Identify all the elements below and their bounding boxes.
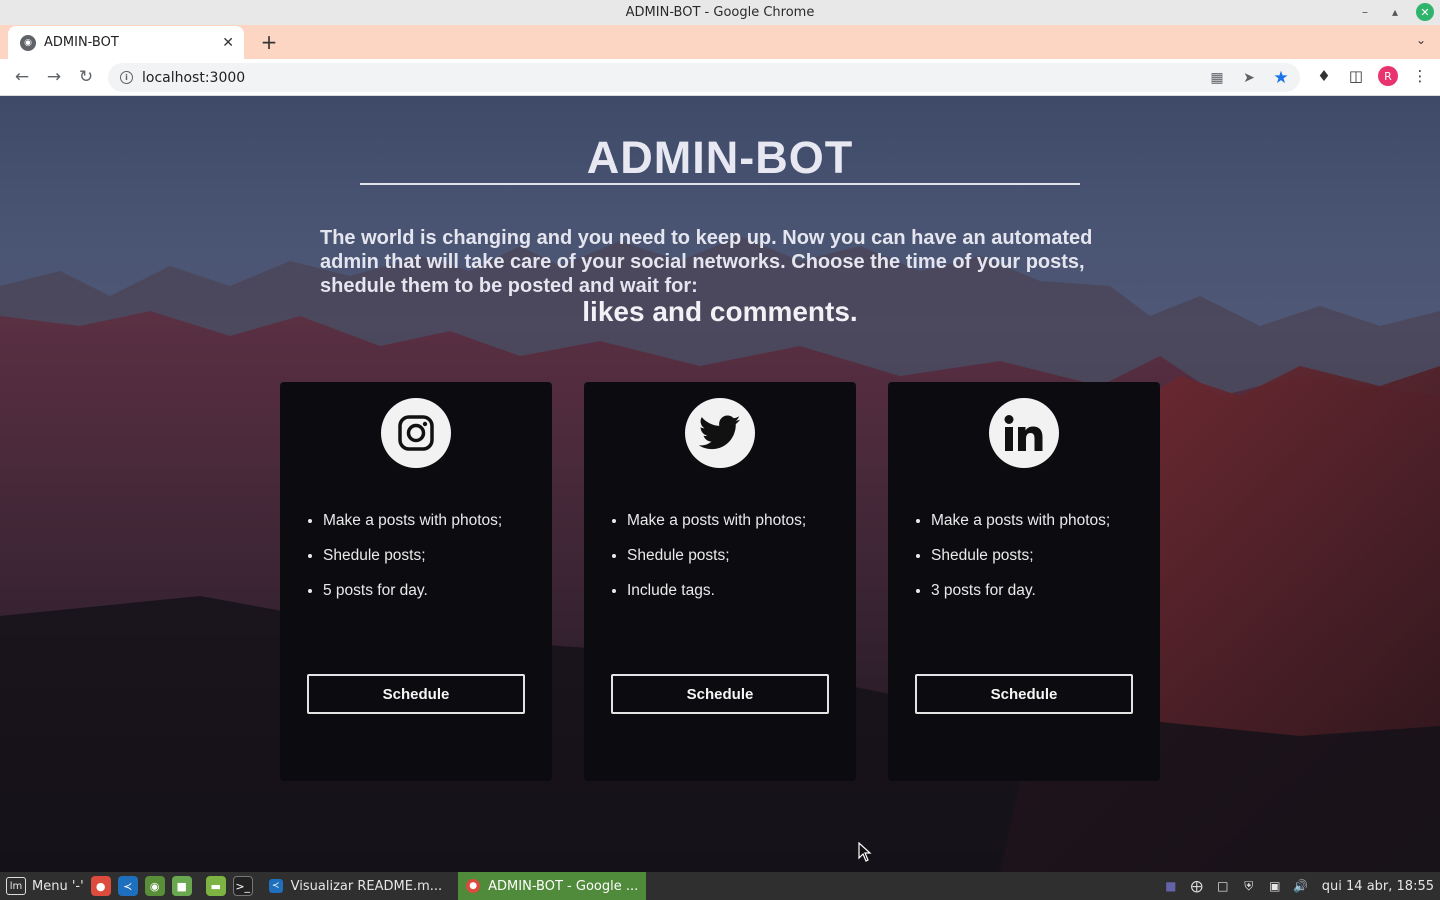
avatar[interactable]: R [1378, 66, 1398, 86]
list-item: 3 posts for day. [931, 582, 1110, 617]
clock[interactable]: qui 14 abr, 18:55 [1322, 879, 1434, 894]
address-bar[interactable]: i localhost:3000 ▦ ➤ ★ [108, 63, 1300, 92]
system-tray: ■ ⨁ □ ⛨ ▣ 🔊 qui 14 abr, 18:55 [1162, 872, 1440, 900]
list-item: Shedule posts; [931, 547, 1110, 582]
send-icon[interactable]: ➤ [1240, 70, 1258, 86]
clipboard-icon[interactable]: □ [1214, 877, 1232, 895]
tab-admin-bot[interactable]: ◉ ADMIN-BOT ✕ [8, 26, 244, 59]
task-label: Visualizar README.m... [290, 878, 443, 894]
close-tab-icon[interactable]: ✕ [222, 35, 234, 51]
browser-launcher-icon[interactable]: ◉ [144, 876, 165, 896]
intro-text: The world is changing and you need to ke… [320, 227, 1093, 297]
twitter-card: Make a posts with photos; Shedule posts;… [584, 382, 856, 781]
page-title: ADMIN-BOT [586, 132, 854, 183]
tab-title: ADMIN-BOT [44, 35, 119, 50]
chrome-icon: ● [466, 879, 481, 893]
new-tab-button[interactable]: + [258, 30, 280, 54]
task-chrome[interactable]: ● ADMIN-BOT - Google ... [458, 872, 647, 900]
vscode-icon: ≺ [268, 879, 283, 893]
omnibox-actions: ▦ ➤ ★ [1208, 68, 1290, 88]
files-launcher-icon[interactable]: ■ [171, 876, 192, 896]
vscode-launcher-icon[interactable]: ≺ [117, 876, 138, 896]
linkedin-icon [989, 398, 1059, 468]
side-panel-icon[interactable]: ◫ [1346, 67, 1366, 85]
window-title: ADMIN-BOT - Google Chrome [625, 5, 815, 20]
close-window-icon[interactable]: ✕ [1416, 3, 1434, 21]
chevron-down-icon[interactable]: ⌄ [1416, 33, 1426, 47]
list-item: Shedule posts; [323, 547, 502, 582]
minimize-icon[interactable]: – [1356, 3, 1374, 21]
info-icon[interactable]: i [120, 71, 133, 84]
translate-icon[interactable]: ▦ [1208, 70, 1226, 86]
start-menu-button[interactable]: lm Menu '-' [0, 872, 84, 900]
task-label: ADMIN-BOT - Google ... [488, 878, 639, 894]
window-controls: – ▴ ✕ [1356, 3, 1434, 21]
teams-icon[interactable]: ■ [1162, 877, 1180, 895]
window-titlebar: ADMIN-BOT - Google Chrome – ▴ ✕ [0, 0, 1440, 25]
menu-logo-icon: lm [6, 877, 26, 895]
instagram-card: Make a posts with photos; Shedule posts;… [280, 382, 552, 781]
linkedin-card: Make a posts with photos; Shedule posts;… [888, 382, 1160, 781]
slack-icon[interactable]: ⨁ [1188, 877, 1206, 895]
schedule-button[interactable]: Schedule [611, 674, 829, 714]
toolbar-actions: ♦ ◫ R ⋮ [1314, 66, 1430, 86]
mouse-cursor-icon [858, 842, 872, 862]
list-item: 5 posts for day. [323, 582, 502, 617]
globe-icon: ◉ [20, 34, 36, 51]
twitter-icon [685, 398, 755, 468]
menu-label: Menu '-' [32, 878, 84, 894]
terminal-icon[interactable]: >_ [232, 876, 253, 896]
reload-icon[interactable]: ↻ [74, 65, 98, 89]
forward-icon[interactable]: → [42, 65, 66, 89]
network-icon[interactable]: ▣ [1266, 877, 1284, 895]
page-viewport: ADMIN-BOT The world is changing and you … [0, 96, 1440, 872]
extensions-icon[interactable]: ♦ [1314, 67, 1334, 85]
schedule-button[interactable]: Schedule [307, 674, 525, 714]
shield-icon[interactable]: ⛨ [1240, 877, 1258, 895]
chrome-launcher-icon[interactable]: ● [90, 876, 111, 896]
tab-strip: ◉ ADMIN-BOT ✕ + ⌄ [0, 25, 1440, 59]
back-icon[interactable]: ← [10, 65, 34, 89]
list-item: Include tags. [627, 582, 806, 617]
feature-list: Make a posts with photos; Shedule posts;… [931, 512, 1110, 617]
title-divider [360, 183, 1080, 185]
more-menu-icon[interactable]: ⋮ [1410, 67, 1430, 85]
list-item: Make a posts with photos; [931, 512, 1110, 547]
volume-icon[interactable]: 🔊 [1292, 877, 1310, 895]
feature-list: Make a posts with photos; Shedule posts;… [627, 512, 806, 617]
browser-toolbar: ← → ↻ i localhost:3000 ▦ ➤ ★ ♦ ◫ R ⋮ [0, 59, 1440, 96]
url-text[interactable]: localhost:3000 [142, 70, 245, 86]
list-item: Make a posts with photos; [323, 512, 502, 547]
maximize-icon[interactable]: ▴ [1386, 3, 1404, 21]
folder-icon[interactable]: ▬ [205, 876, 226, 896]
task-vscode[interactable]: ≺ Visualizar README.m... [261, 872, 450, 900]
list-item: Make a posts with photos; [627, 512, 806, 547]
star-icon[interactable]: ★ [1272, 68, 1290, 88]
feature-list: Make a posts with photos; Shedule posts;… [323, 512, 502, 617]
taskbar: lm Menu '-' ● ≺ ◉ ■ ▬ >_ ≺ Visualizar RE… [0, 872, 1440, 900]
instagram-icon [381, 398, 451, 468]
emphasis-text: likes and comments. [582, 296, 858, 327]
schedule-button[interactable]: Schedule [915, 674, 1133, 714]
list-item: Shedule posts; [627, 547, 806, 582]
